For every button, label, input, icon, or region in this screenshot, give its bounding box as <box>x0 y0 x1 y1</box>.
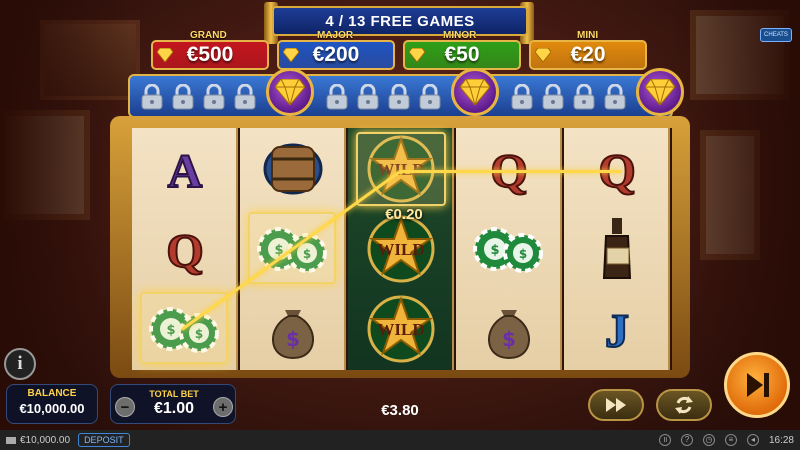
reel-5: QJ <box>564 128 670 370</box>
reel-frame: AQ$$$$$WILDWILDWILDQ$$$QJ <box>110 116 690 378</box>
symbol-money-bag: $ <box>456 289 562 369</box>
help-icon[interactable]: ? <box>680 434 693 446</box>
reel-4: Q $ $ $ <box>456 128 562 370</box>
jackpot-mini-value: €20 <box>570 43 606 66</box>
balance-display: BALANCE €10,000.00 <box>6 384 98 424</box>
symbol-barrel <box>240 129 346 209</box>
padlock-icon <box>325 83 349 110</box>
padlock-icon <box>171 83 195 110</box>
svg-text:WILD: WILD <box>377 320 424 339</box>
total-bet-display: TOTAL BET €1.00 − + <box>110 384 236 424</box>
padlock-icon <box>356 83 380 110</box>
padlock-icon <box>510 83 534 110</box>
diamond-icon <box>283 48 299 62</box>
symbol-whiskey-bottle <box>564 209 670 289</box>
free-games-banner: 4 / 13 FREE GAMES <box>272 6 528 36</box>
svg-text:$: $ <box>519 247 527 261</box>
diamond-icon <box>645 79 675 105</box>
symbol-letter-j: J <box>564 289 670 369</box>
padlock-icon <box>233 83 257 110</box>
symbol-poker-chips: $ $ <box>456 209 562 289</box>
padlock-icon <box>387 83 411 110</box>
symbol-letter-q: Q <box>564 129 670 209</box>
diamond-icon <box>275 79 305 105</box>
status-bar-right: ॥ ? ◷ ≡ ◂ 16:28 <box>658 434 794 446</box>
padlock-icon <box>202 83 226 110</box>
padlock-icon <box>603 83 627 110</box>
wallet-icon <box>6 437 16 444</box>
diamond-icon <box>460 79 490 105</box>
svg-text:WILD: WILD <box>377 240 424 259</box>
diamond-icon <box>535 48 551 62</box>
diamond-icon <box>409 48 425 62</box>
line-win-amount: €0.20 <box>385 206 423 223</box>
jackpot-gem-coin <box>451 68 499 116</box>
diamond-icon <box>157 48 173 62</box>
jackpot-grand: €500 <box>151 40 269 70</box>
jackpot-grand-value: €500 <box>186 43 234 66</box>
balance-label: BALANCE <box>27 388 77 399</box>
deposit-button[interactable]: DEPOSIT <box>78 433 130 447</box>
padlock-icon <box>541 83 565 110</box>
free-games-counter: 4 / 13 FREE GAMES <box>325 12 475 30</box>
svg-text:$: $ <box>502 327 516 351</box>
jackpot-minor-value: €50 <box>444 43 480 66</box>
status-balance: €10,000.00 <box>20 434 71 446</box>
symbol-letter-q: Q <box>456 129 562 209</box>
jackpot-gem-coin <box>266 68 314 116</box>
reel-area: AQ$$$$$WILDWILDWILDQ$$$QJ <box>132 128 672 370</box>
jackpot-major: €200 <box>277 40 395 70</box>
balance-value: €10,000.00 <box>19 401 85 416</box>
padlock-icon <box>418 83 442 110</box>
autoplay-icon <box>675 396 693 414</box>
total-win-value: €3.80 <box>381 402 419 419</box>
spin-button[interactable] <box>724 352 790 418</box>
sound-icon[interactable]: ◂ <box>746 434 759 446</box>
jackpot-major-value: €200 <box>312 43 360 66</box>
jackpot-mini: €20 <box>529 40 647 70</box>
svg-text:$: $ <box>286 327 300 351</box>
svg-text:J: J <box>605 305 629 358</box>
play-skip-icon <box>747 373 769 397</box>
increase-bet-button[interactable]: + <box>213 397 233 417</box>
padlock-icon <box>572 83 596 110</box>
pause-icon[interactable]: ॥ <box>658 434 671 446</box>
symbol-letter-q: Q <box>132 209 238 289</box>
payline <box>400 170 508 173</box>
history-icon[interactable]: ◷ <box>702 434 715 446</box>
symbol-wild-sheriff-star: WILD <box>348 289 454 369</box>
padlock-icon <box>140 83 164 110</box>
settings-icon[interactable]: ≡ <box>724 434 737 446</box>
jackpot-minor: €50 <box>403 40 521 70</box>
svg-text:$: $ <box>490 243 499 258</box>
clock-time: 16:28 <box>768 434 794 446</box>
svg-text:A: A <box>168 145 203 198</box>
cheats-button[interactable]: CHEATS <box>760 28 792 42</box>
fast-forward-icon <box>606 398 626 412</box>
svg-text:Q: Q <box>166 225 203 278</box>
info-button[interactable]: i <box>4 348 36 380</box>
jackpot-gem-coin <box>636 68 684 116</box>
decrease-bet-button[interactable]: − <box>115 397 135 417</box>
symbol-money-bag: $ <box>240 289 346 369</box>
fast-play-button[interactable] <box>588 389 644 421</box>
status-bar: €10,000.00 DEPOSIT ॥ ? ◷ ≡ ◂ 16:28 <box>0 430 800 450</box>
payline <box>508 170 622 173</box>
symbol-letter-a: A <box>132 129 238 209</box>
autoplay-button[interactable] <box>656 389 712 421</box>
